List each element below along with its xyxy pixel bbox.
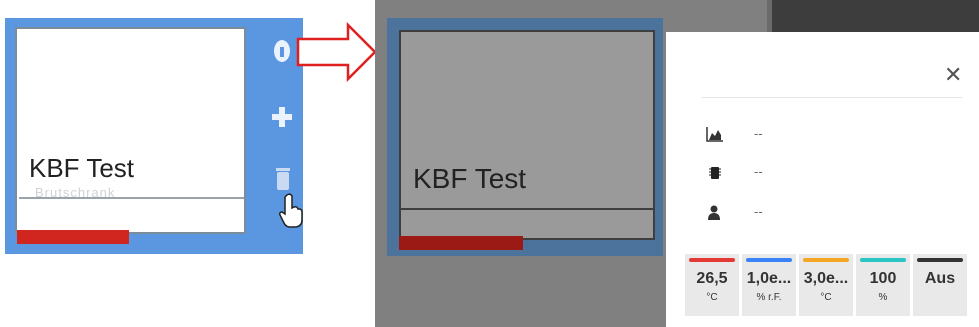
info-row-user: -- <box>706 204 826 224</box>
plus-icon[interactable] <box>267 105 297 135</box>
device-tile-card[interactable]: KBF Test Brutschrank <box>15 27 246 234</box>
sensor-unit: % r.F. <box>756 292 782 303</box>
info-row-chip: -- <box>706 164 826 184</box>
background-strip <box>772 0 979 32</box>
chip-icon <box>706 164 724 182</box>
sensor-color-bar <box>860 258 906 262</box>
device-info-popup: ✕ -- -- -- 26,5 °C 1,0e... % r.F. 3,0e..… <box>666 32 979 327</box>
sensor-value: Aus <box>924 270 956 287</box>
device-title: KBF Test <box>413 163 527 194</box>
sensor-value: 3,0e... <box>803 270 849 287</box>
info-row-chart: -- <box>706 126 826 146</box>
chart-value: -- <box>754 126 763 141</box>
sensor-temperature[interactable]: 26,5 °C <box>685 254 739 316</box>
chart-area-icon <box>706 126 724 144</box>
chip-value: -- <box>754 164 763 179</box>
device-tile-card[interactable]: KBF Test <box>399 30 655 240</box>
sensor-value: 100 <box>869 270 897 287</box>
sensor-color-bar <box>746 258 792 262</box>
sensor-unit: °C <box>820 292 832 303</box>
sensor-color-bar <box>803 258 849 262</box>
info-icon[interactable] <box>267 38 297 70</box>
sensor-percent[interactable]: 100 % <box>856 254 910 316</box>
alarm-status-bar <box>399 236 523 250</box>
close-icon[interactable]: ✕ <box>944 62 962 88</box>
device-title: KBF Test <box>29 153 135 183</box>
divider <box>401 208 653 210</box>
sensor-status[interactable]: Aus <box>913 254 967 316</box>
user-value: -- <box>754 204 763 219</box>
divider <box>19 197 244 199</box>
arrow-right-icon <box>296 22 377 82</box>
sensor-temperature-2[interactable]: 3,0e... °C <box>799 254 853 316</box>
sensor-color-bar <box>689 258 735 262</box>
user-icon <box>706 204 724 222</box>
sensor-value: 26,5 <box>696 270 728 287</box>
sensor-unit: °C <box>706 292 718 303</box>
divider <box>702 97 962 98</box>
sensor-unit: % <box>878 292 888 303</box>
device-tile-zoom: KBF Test Brutschrank <box>0 0 303 260</box>
app-screenshot: KBF Test ✕ -- -- -- 26,5 °C 1,0e... % r.… <box>375 0 979 327</box>
sensor-value: 1,0e... <box>746 270 792 287</box>
hand-cursor-icon <box>279 193 305 234</box>
alarm-status-bar <box>17 230 129 244</box>
sensor-humidity[interactable]: 1,0e... % r.F. <box>742 254 796 316</box>
sensor-color-bar <box>917 258 963 262</box>
